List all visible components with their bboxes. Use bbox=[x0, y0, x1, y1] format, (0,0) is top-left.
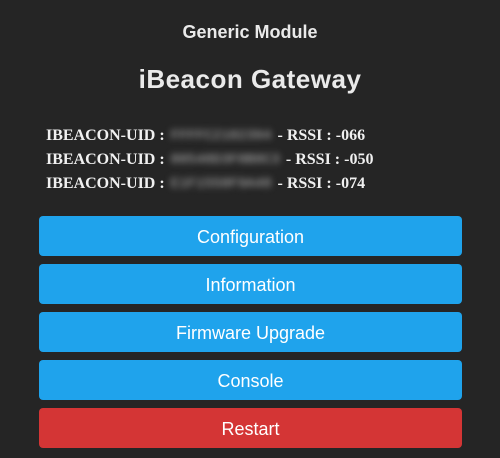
beacon-row: IBEACON-UID : E1F1558F9A48 - RSSI : -074 bbox=[46, 172, 466, 196]
beacon-rssi-label: - RSSI : bbox=[277, 127, 332, 144]
beacon-rssi-value: -066 bbox=[335, 127, 366, 144]
beacon-rssi-label: - RSSI : bbox=[285, 151, 341, 168]
beacon-row: IBEACON-UID : 00548D3F0B8C3 - RSSI : -05… bbox=[46, 148, 466, 172]
beacon-rssi-value: -074 bbox=[335, 175, 366, 192]
beacon-rssi-label: - RSSI : bbox=[277, 175, 332, 192]
beacon-row: IBEACON-UID : FFFFC2102394 - RSSI : -066 bbox=[46, 124, 466, 148]
beacon-uid-value: E1F1558F9A48 bbox=[170, 176, 272, 192]
page: Generic Module iBeacon Gateway IBEACON-U… bbox=[0, 0, 500, 458]
restart-button[interactable]: Restart bbox=[39, 408, 462, 448]
module-name: Generic Module bbox=[182, 22, 318, 42]
beacon-uid-value: 00548D3F0B8C3 bbox=[170, 152, 280, 168]
beacon-uid-label: IBEACON-UID : bbox=[46, 175, 165, 192]
console-button[interactable]: Console bbox=[39, 360, 462, 400]
beacon-rssi-value: -050 bbox=[344, 151, 374, 168]
firmware-upgrade-button[interactable]: Firmware Upgrade bbox=[39, 312, 462, 352]
information-button[interactable]: Information bbox=[39, 264, 462, 304]
beacon-uid-value: FFFFC2102394 bbox=[170, 128, 272, 144]
beacon-list: IBEACON-UID : FFFFC2102394 - RSSI : -066… bbox=[46, 124, 466, 196]
configuration-button[interactable]: Configuration bbox=[39, 216, 462, 256]
beacon-uid-label: IBEACON-UID : bbox=[46, 151, 165, 168]
page-title: iBeacon Gateway bbox=[138, 64, 362, 94]
beacon-uid-label: IBEACON-UID : bbox=[46, 127, 165, 144]
